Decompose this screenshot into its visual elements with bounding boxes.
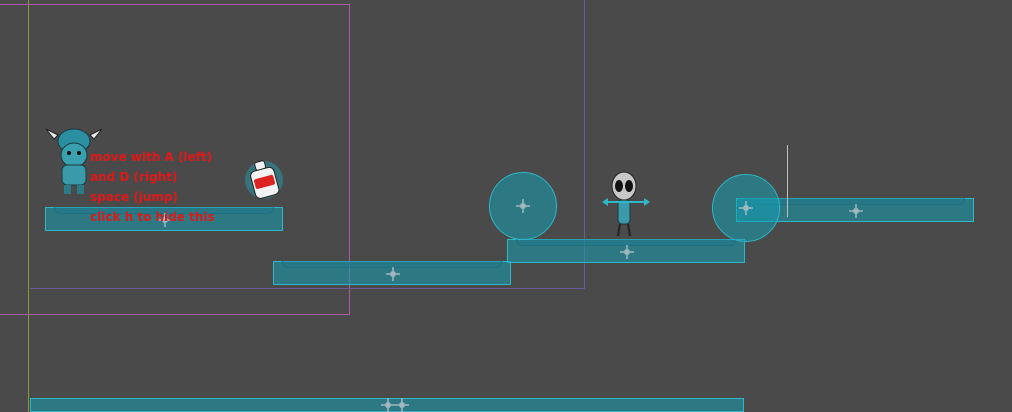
trigger-zone-circle[interactable] (712, 174, 780, 242)
move-handle-icon[interactable] (386, 267, 400, 281)
instruction-line: space (jump) (90, 190, 178, 204)
platform-low[interactable] (273, 261, 511, 285)
level-bounds-frame (30, 0, 585, 289)
ground-platform[interactable] (30, 398, 744, 412)
move-handle-icon[interactable] (620, 245, 634, 259)
instructions-text: move with A (left) and D (right) space (… (90, 147, 215, 227)
move-handle-icon[interactable] (381, 398, 395, 412)
guide-line (787, 145, 788, 217)
instruction-line: and D (right) (90, 170, 178, 184)
move-handle-icon[interactable] (395, 398, 409, 412)
move-handle-icon[interactable] (849, 204, 863, 218)
instruction-line: click h to hide this (90, 210, 215, 224)
move-handle-icon[interactable] (739, 201, 753, 215)
instruction-line: move with A (left) (90, 150, 213, 164)
trigger-zone-circle[interactable] (489, 172, 557, 240)
platform-middle[interactable] (507, 239, 745, 263)
move-handle-icon[interactable] (516, 199, 530, 213)
bottle-pickup-sprite[interactable] (244, 159, 284, 201)
alien-enemy-sprite[interactable] (600, 170, 652, 238)
